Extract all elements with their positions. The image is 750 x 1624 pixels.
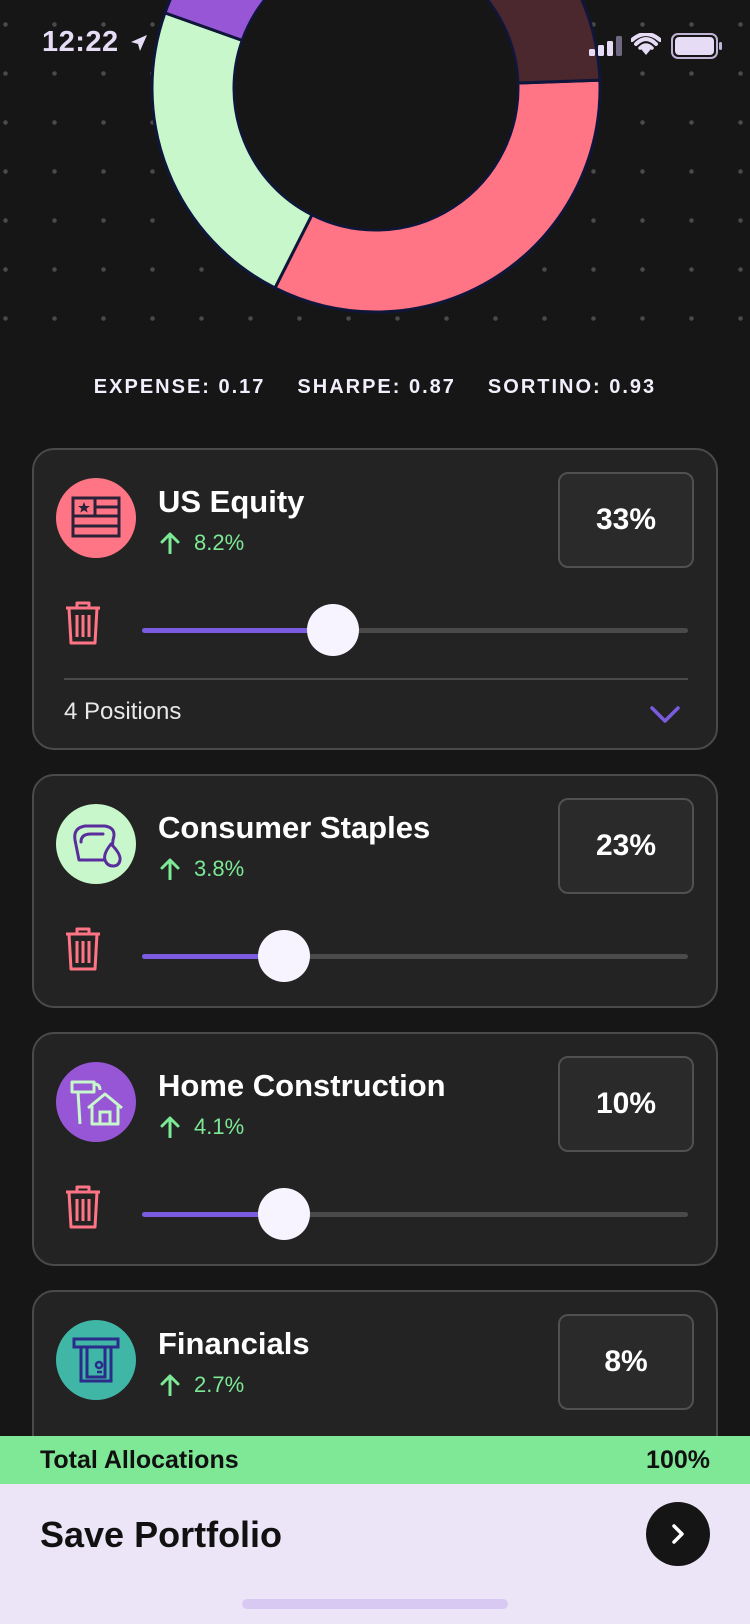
change-value: 2.7% — [194, 1372, 245, 1397]
change-value: 3.8% — [194, 856, 245, 881]
percent-input[interactable]: 10% — [558, 1056, 694, 1152]
chevron-down-icon[interactable] — [650, 706, 680, 724]
percent-input[interactable]: 8% — [558, 1314, 694, 1410]
positions-toggle[interactable]: 4 Positions — [64, 698, 181, 726]
slider-fill — [142, 628, 334, 633]
total-value: 100% — [646, 1445, 710, 1474]
allocation-card-us-equity: US Equity 8.2% 33% 4 Positions — [32, 448, 718, 750]
cellular-signal-icon — [589, 36, 622, 56]
save-portfolio-label[interactable]: Save Portfolio — [40, 1514, 282, 1556]
arrow-up-icon — [160, 1374, 180, 1396]
trash-icon[interactable] — [64, 926, 102, 972]
risk-metrics: EXPENSE: 0.17 SHARPE: 0.87 SORTINO: 0.93 — [0, 376, 750, 399]
category-name: Consumer Staples — [158, 810, 431, 845]
trash-icon[interactable] — [64, 600, 102, 646]
change-value: 4.1% — [194, 1114, 245, 1139]
battery-icon — [671, 33, 722, 59]
hammer-house-icon — [56, 1062, 136, 1142]
category-change: 2.7% — [160, 1372, 244, 1398]
chevron-right-icon — [672, 1524, 684, 1544]
category-change: 8.2% — [160, 530, 244, 556]
category-name: Financials — [158, 1326, 310, 1361]
sharpe-metric: SHARPE: 0.87 — [297, 376, 456, 398]
percent-input[interactable]: 33% — [558, 472, 694, 568]
wifi-icon — [631, 33, 661, 55]
expense-metric: EXPENSE: 0.17 — [93, 376, 266, 398]
home-indicator[interactable] — [242, 1599, 508, 1609]
total-label: Total Allocations — [40, 1445, 239, 1474]
slider-thumb[interactable] — [257, 930, 310, 982]
atm-icon — [56, 1320, 136, 1400]
arrow-up-icon — [160, 1116, 180, 1138]
category-name: US Equity — [158, 484, 305, 519]
arrow-up-icon — [160, 858, 180, 880]
change-value: 8.2% — [194, 530, 245, 555]
category-name: Home Construction — [158, 1068, 446, 1103]
allocation-slider[interactable] — [142, 930, 688, 982]
arrow-up-icon — [160, 532, 180, 554]
status-bar: 12:22 — [0, 0, 750, 90]
total-allocations-bar: Total Allocations 100% — [0, 1436, 750, 1484]
flag-icon — [56, 478, 136, 558]
divider — [64, 678, 688, 680]
category-change: 3.8% — [160, 856, 244, 882]
percent-input[interactable]: 23% — [558, 798, 694, 894]
save-portfolio-button[interactable] — [646, 1502, 710, 1566]
allocation-slider[interactable] — [142, 604, 688, 656]
slider-thumb[interactable] — [257, 1188, 310, 1240]
allocation-card-consumer-staples: Consumer Staples 3.8% 23% — [32, 774, 718, 1008]
bread-icon — [56, 804, 136, 884]
trash-icon[interactable] — [64, 1184, 102, 1230]
slider-thumb[interactable] — [307, 604, 360, 656]
status-time: 12:22 — [42, 26, 119, 58]
location-arrow-icon — [131, 35, 147, 51]
allocation-card-home-construction: Home Construction 4.1% 10% — [32, 1032, 718, 1266]
category-change: 4.1% — [160, 1114, 244, 1140]
sortino-metric: SORTINO: 0.93 — [487, 376, 657, 398]
allocation-slider[interactable] — [142, 1188, 688, 1240]
